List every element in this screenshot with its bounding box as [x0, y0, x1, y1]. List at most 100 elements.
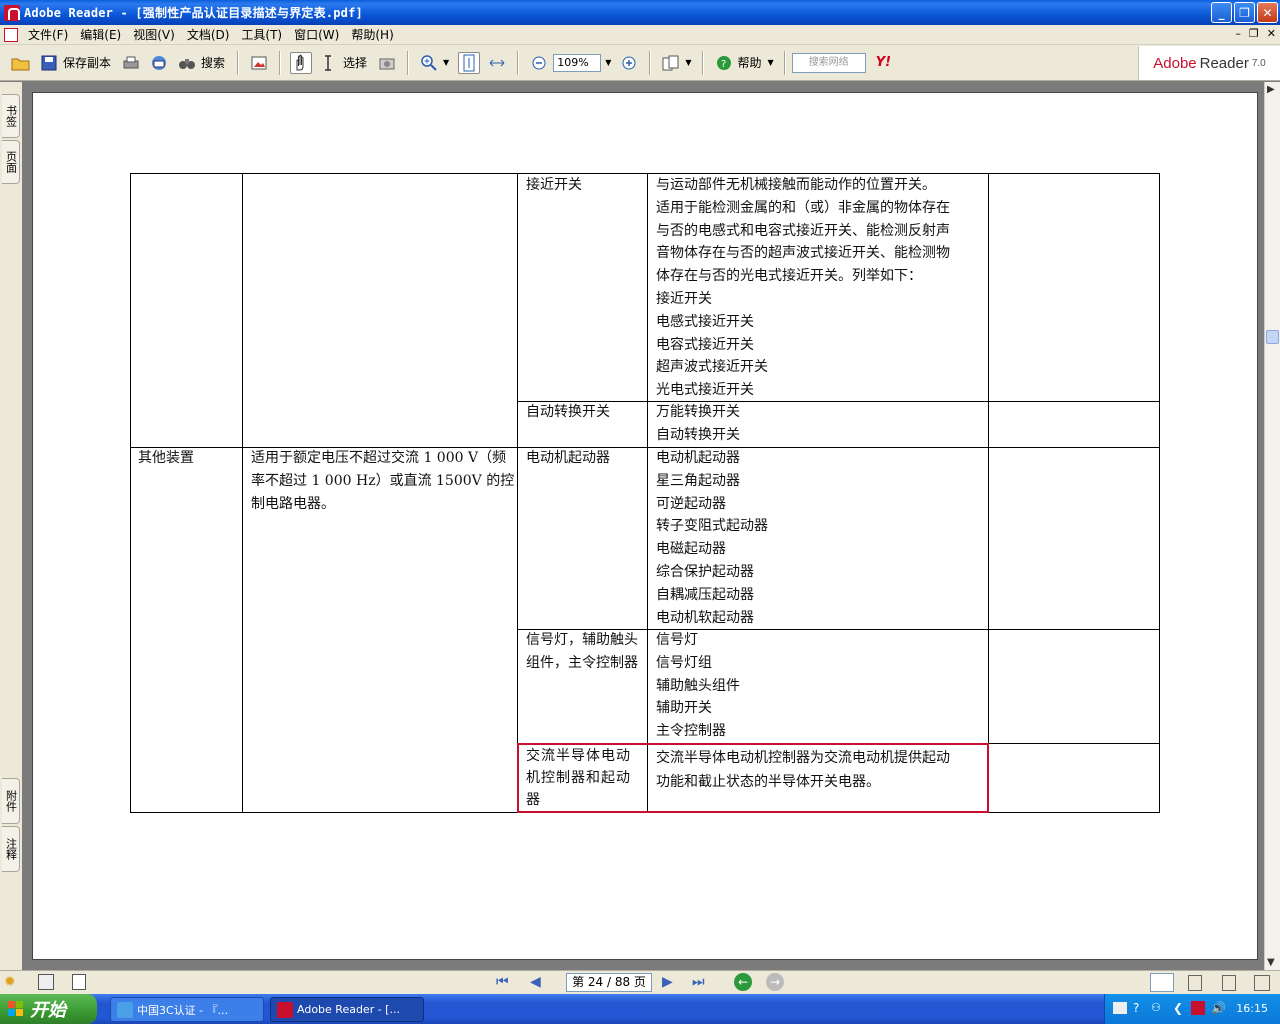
zoom-in-tool-icon[interactable] — [418, 52, 440, 74]
page-navigation-bar: ✹ ⏮ ◀ 第 24 / 88 页 ▶ ⏭ ← → — [0, 970, 1280, 994]
document-page-icon[interactable] — [72, 974, 86, 990]
hand-tool-icon[interactable] — [290, 51, 313, 74]
zoom-in-icon[interactable] — [618, 52, 640, 74]
scrollbar-thumb[interactable] — [1266, 330, 1279, 344]
description-line: 体存在与否的光电式接近开关。列举如下： — [656, 268, 922, 285]
binoculars-icon[interactable] — [176, 52, 198, 74]
help-button[interactable]: 帮助 — [738, 54, 762, 71]
document-view[interactable]: 接近开关 与运动部件无机械接触而能动作的位置开关。 适用于能检测金属的和（或）非… — [22, 82, 1264, 970]
description-line: 综合保护起动器 — [656, 563, 754, 580]
zoom-out-icon[interactable] — [528, 52, 550, 74]
network-icon[interactable]: ⚇ — [1151, 1001, 1161, 1014]
go-forward-icon[interactable]: → — [766, 973, 784, 991]
toolbar-separator — [649, 50, 652, 75]
select-text-icon[interactable] — [318, 52, 340, 74]
help-icon[interactable]: ? — [713, 52, 735, 74]
continuous-facing-layout-icon[interactable] — [1254, 975, 1270, 991]
yahoo-button[interactable]: Y! — [876, 55, 891, 70]
description-line: 音物体存在与否的超声波式接近开关、能检测物 — [656, 245, 950, 262]
title-bar: Adobe Reader - [强制性产品认证目录描述与界定表.pdf] _ ❐… — [0, 0, 1280, 25]
svg-text:?: ? — [721, 59, 726, 70]
open-folder-icon[interactable] — [10, 52, 32, 74]
description-line: 适用于能检测金属的和（或）非金属的物体存在 — [656, 199, 950, 216]
previous-page-icon[interactable]: ◀ — [530, 974, 541, 990]
brand-reader: Reader — [1199, 54, 1249, 72]
category-line: 组件，主令控制器 — [526, 654, 638, 671]
fit-width-icon[interactable] — [486, 52, 508, 74]
tab-attachments[interactable]: 附件 — [2, 778, 20, 824]
taskbar: 开始 中国3C认证 - 『... Adobe Reader - [... ? ⚇… — [0, 994, 1280, 1024]
next-page-icon[interactable]: ▶ — [662, 974, 673, 990]
save-copy-button[interactable]: 保存副本 — [63, 54, 111, 71]
search-web-input[interactable]: 搜索网络 — [791, 52, 866, 73]
rotate-dropdown-icon[interactable]: ▼ — [685, 58, 691, 67]
facing-layout-icon[interactable] — [1222, 975, 1236, 991]
display-icon[interactable] — [38, 974, 54, 990]
description-line: 电容式接近开关 — [656, 336, 754, 353]
keyboard-icon[interactable] — [1113, 1002, 1127, 1014]
restore-button[interactable]: ❐ — [1234, 2, 1255, 23]
description-line: 与否的电感式和电容式接近开关、能检测反射声 — [656, 222, 950, 239]
table-cell-scope: 适用于额定电压不超过交流 1 000 V（频 率不超过 1 000 Hz）或直流… — [251, 447, 516, 515]
help-tray-icon[interactable]: ? — [1133, 1001, 1139, 1015]
taskbar-item-label: 中国3C认证 - 『... — [137, 1003, 229, 1017]
search-button[interactable]: 搜索 — [201, 54, 225, 71]
scroll-down-arrow-icon[interactable]: ▼ — [1267, 957, 1275, 968]
menu-view[interactable]: 视图(V) — [129, 26, 183, 43]
menu-window[interactable]: 窗口(W) — [290, 26, 347, 43]
email-icon[interactable] — [148, 52, 170, 74]
table-cell-description: 万能转换开关 自动转换开关 — [656, 401, 740, 447]
antivirus-icon[interactable] — [1191, 1001, 1205, 1015]
start-button[interactable]: 开始 — [0, 994, 97, 1024]
doc-minimize-button[interactable]: – — [1235, 27, 1241, 40]
tab-comments[interactable]: 注释 — [2, 826, 20, 872]
tab-pages[interactable]: 页面 — [2, 140, 20, 184]
select-button[interactable]: 选择 — [343, 54, 367, 71]
toolbar-separator — [783, 50, 786, 75]
adobe-reader-icon — [277, 1002, 293, 1018]
description-line: 电动机起动器 — [656, 450, 740, 466]
first-page-icon[interactable]: ⏮ — [496, 974, 509, 990]
minimize-button[interactable]: _ — [1211, 2, 1232, 23]
zoom-input[interactable]: 109% — [553, 53, 602, 72]
adobe-reader-logo: Adobe Reader 7.0 — [1138, 46, 1280, 80]
description-line: 星三角起动器 — [656, 472, 740, 489]
close-button[interactable]: ✕ — [1257, 2, 1278, 23]
go-back-icon[interactable]: ← — [734, 973, 752, 991]
zoom-value-dropdown-icon[interactable]: ▼ — [605, 58, 611, 67]
print-icon[interactable] — [120, 52, 142, 74]
single-page-layout-icon[interactable] — [1150, 973, 1174, 992]
brand-adobe: Adobe — [1153, 54, 1197, 72]
scroll-right-arrow-icon[interactable]: ▶ — [1267, 84, 1275, 95]
menu-file[interactable]: 文件(F) — [24, 26, 76, 43]
doc-close-button[interactable]: ✕ — [1267, 27, 1276, 40]
scope-line: 率不超过 1 000 Hz）或直流 1500V 的控 — [251, 472, 515, 489]
speaker-icon[interactable]: 🔊 — [1211, 1001, 1226, 1015]
doc-restore-button[interactable]: ❐ — [1249, 27, 1259, 40]
tab-bookmarks[interactable]: 书签 — [2, 94, 20, 138]
table-cell-category: 电动机起动器 — [526, 450, 610, 466]
menu-edit[interactable]: 编辑(E) — [76, 26, 129, 43]
continuous-layout-icon[interactable] — [1188, 975, 1202, 991]
menu-help[interactable]: 帮助(H) — [347, 26, 401, 43]
save-disk-icon[interactable] — [38, 52, 60, 74]
zoom-dropdown-icon[interactable]: ▼ — [443, 58, 449, 67]
document-icon — [4, 27, 18, 42]
menu-tools[interactable]: 工具(T) — [237, 26, 290, 43]
vertical-scrollbar[interactable]: ▶ ▼ — [1264, 82, 1280, 970]
actual-size-icon[interactable] — [458, 51, 481, 74]
description-line: 主令控制器 — [656, 723, 726, 740]
snapshot-icon[interactable] — [376, 52, 398, 74]
menu-document[interactable]: 文档(D) — [183, 26, 238, 43]
help-dropdown-icon[interactable]: ▼ — [768, 58, 774, 67]
taskbar-item-adobe-reader[interactable]: Adobe Reader - [... — [270, 997, 424, 1022]
rotate-view-icon[interactable] — [660, 52, 682, 74]
taskbar-item-ie[interactable]: 中国3C认证 - 『... — [110, 997, 264, 1022]
tray-expand-icon[interactable]: ❮ — [1173, 1001, 1183, 1015]
last-page-icon[interactable]: ⏭ — [692, 974, 705, 990]
picture-tasks-icon[interactable] — [248, 52, 270, 74]
page-number-input[interactable]: 第 24 / 88 页 — [566, 973, 652, 992]
table-border — [130, 173, 1160, 174]
description-line: 自耦减压起动器 — [656, 586, 754, 603]
table-cell-category: 自动转换开关 — [526, 404, 610, 420]
